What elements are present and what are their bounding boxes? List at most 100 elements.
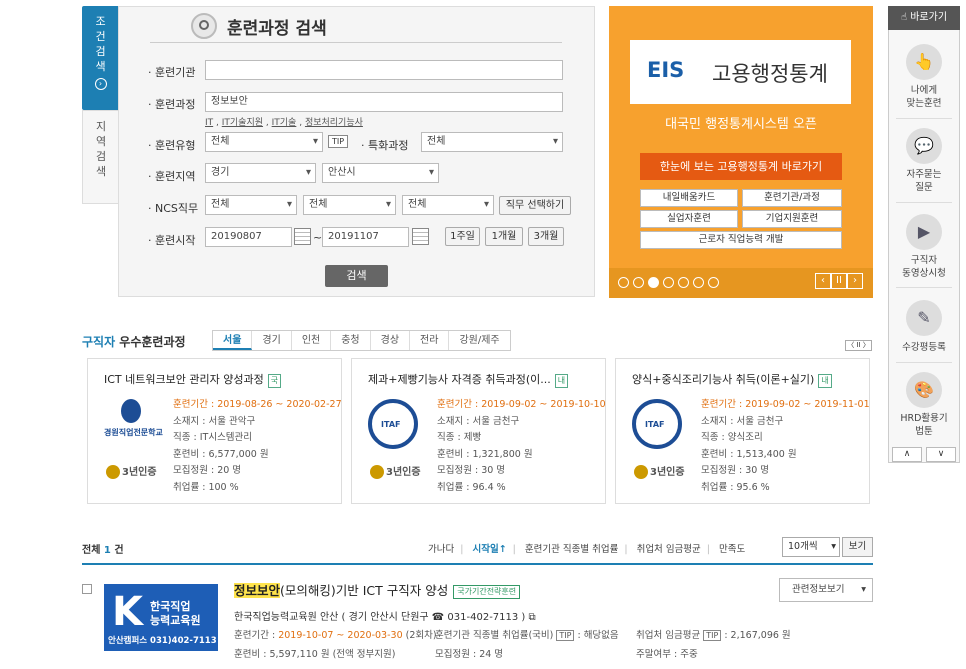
tab-region-label: 지 역 검 색	[95, 120, 107, 178]
course-card[interactable]: ICT 네트워크보안 관리자 양성과정 국 경원직업전문학교 3년인증 훈련기간 …	[87, 358, 342, 504]
tip-button[interactable]: TIP	[556, 630, 575, 641]
quick-item-label[interactable]: 수강평등록	[888, 341, 960, 354]
institution-input[interactable]	[205, 60, 563, 80]
tab-condition-label: 조 건 검 색	[95, 15, 106, 73]
related-info-select[interactable]: 관련정보보기	[779, 578, 873, 602]
region-select-1[interactable]: 경기	[205, 163, 316, 183]
view-button[interactable]: 보기	[842, 537, 873, 557]
card-title[interactable]: 제과+제빵기능사 자격증 취득과정(이... 내	[368, 371, 569, 388]
tip-button[interactable]: TIP	[703, 630, 722, 641]
tab-incheon[interactable]: 인천	[292, 331, 332, 350]
divider	[896, 202, 952, 203]
calendar-icon[interactable]	[412, 228, 429, 245]
keyword-link[interactable]: IT	[205, 118, 213, 128]
item-checkbox[interactable]	[82, 584, 92, 594]
institution-logo: 경원직업전문학교	[104, 399, 163, 449]
card-place: 소재지 : 서울 금천구	[701, 415, 784, 427]
card-period: 훈련기간 : 2019-08-26 ~ 2020-02-27	[173, 399, 342, 410]
card-title[interactable]: ICT 네트워크보안 관리자 양성과정 국	[104, 371, 282, 388]
institution-logo[interactable]: K 한국직업 능력교육원 안산캠퍼스 031)402-7113	[104, 584, 218, 651]
wage-label: 취업처 임금평균	[636, 630, 701, 641]
banner-link[interactable]: 실업자훈련	[640, 210, 738, 228]
carousel-nav[interactable]: 〈 II 〉	[845, 340, 872, 351]
tab-seoul[interactable]: 서울	[213, 331, 253, 350]
course-card[interactable]: 제과+제빵기능사 자격증 취득과정(이... 내 ITAF 3년인증 훈련기간 :…	[351, 358, 606, 504]
banner-link[interactable]: 훈련기관/과정	[742, 189, 842, 207]
sort-start-date[interactable]: 시작일↑	[472, 544, 506, 555]
review-icon[interactable]: ✎	[906, 300, 942, 336]
slide-dot-active[interactable]	[648, 277, 659, 288]
next-icon[interactable]: ›	[847, 273, 863, 289]
tab-chungcheong[interactable]: 충청	[331, 331, 371, 350]
label-type: · 훈련유형	[148, 139, 196, 152]
card-title-text: 제과+제빵기능사 자격증 취득과정(이...	[368, 373, 551, 386]
date-to-input[interactable]: 20191107	[322, 227, 409, 247]
course-card[interactable]: 양식+중식조리기능사 취득(이론+실기) 내 ITAF 3년인증 훈련기간 : 2…	[615, 358, 870, 504]
banner-main-button[interactable]: 한눈에 보는 고용행정통계 바로가기	[640, 153, 842, 180]
quick-item-label[interactable]: 구직자 동영상시청	[888, 254, 960, 280]
pause-icon[interactable]: II	[831, 273, 847, 289]
item-period: 훈련기간 : 2019-10-07 ~ 2020-03-30 (2회차)	[234, 627, 437, 641]
arrow-right-icon: ›	[94, 78, 107, 90]
keyword-link[interactable]: IT기술	[272, 118, 297, 128]
sort-wage[interactable]: 취업처 임금평균	[637, 544, 701, 555]
banner-link[interactable]: 기업지원훈련	[742, 210, 842, 228]
ncs-select-2[interactable]: 전체	[303, 195, 396, 215]
slide-dot[interactable]	[678, 277, 689, 288]
video-icon[interactable]: ▶	[906, 214, 942, 250]
keyword-link[interactable]: 정보처리기능사	[305, 118, 363, 128]
period-label: 훈련기간 :	[234, 630, 279, 641]
chevron-down-icon[interactable]: ∨	[926, 447, 956, 462]
tab-jeolla[interactable]: 전라	[410, 331, 450, 350]
quick-item-label[interactable]: 자주묻는 질문	[888, 168, 960, 194]
card-title[interactable]: 양식+중식조리기능사 취득(이론+실기) 내	[632, 371, 832, 388]
banner-link-wide[interactable]: 근로자 직업능력 개발	[640, 231, 842, 249]
card-fee: 훈련비 : 6,577,000 원	[173, 448, 269, 460]
card-period: 훈련기간 : 2019-09-02 ~ 2019-11-01	[701, 399, 870, 410]
banner-link[interactable]: 내일배움카드	[640, 189, 738, 207]
tip-button[interactable]: TIP	[328, 135, 349, 148]
course-input[interactable]: 정보보안	[205, 92, 563, 112]
slide-dot[interactable]	[663, 277, 674, 288]
slide-dot[interactable]	[693, 277, 704, 288]
tab-gyeonggi[interactable]: 경기	[252, 331, 292, 350]
tab-condition-search[interactable]: 조 건 검 색 ›	[82, 6, 119, 110]
page-size-select[interactable]: 10개씩	[782, 537, 840, 557]
calendar-icon[interactable]	[294, 228, 311, 245]
prev-icon[interactable]: ‹	[815, 273, 831, 289]
match-training-icon[interactable]: 👆	[906, 44, 942, 80]
palette-icon[interactable]: 🎨	[906, 372, 942, 408]
period-3month-button[interactable]: 3개월	[528, 227, 564, 246]
period-1week-button[interactable]: 1주일	[445, 227, 480, 246]
search-button[interactable]: 검색	[325, 265, 388, 287]
ncs-select-3[interactable]: 전체	[402, 195, 494, 215]
tab-region-search[interactable]: 지 역 검 색	[82, 110, 119, 204]
link-icon[interactable]: ⧉	[529, 612, 536, 623]
chevron-up-icon[interactable]: ∧	[892, 447, 922, 462]
sort-alpha[interactable]: 가나다	[428, 544, 454, 555]
tab-gangwon[interactable]: 강원/제주	[449, 331, 509, 350]
ncs-select-button[interactable]: 직무 선택하기	[499, 196, 571, 215]
sort-emp-rate[interactable]: 훈련기관 직종별 취업률	[525, 544, 618, 555]
keyword-links: IT , IT기술지원 , IT기술 , 정보처리기능사	[205, 118, 363, 128]
sort-satisfaction[interactable]: 만족도	[719, 544, 745, 555]
faq-icon[interactable]: 💬	[906, 128, 942, 164]
label-start: · 훈련시작	[148, 234, 196, 247]
special-select[interactable]: 전체	[421, 132, 563, 152]
quick-item-label[interactable]: HRD활용기 법툰	[888, 412, 960, 438]
quick-menu-header: ☝ 바로가기	[888, 6, 960, 30]
course-title[interactable]: 정보보안(모의해킹)기반 ICT 구직자 양성 국가기간전략훈련	[234, 580, 521, 599]
cert-icon	[106, 465, 120, 479]
slide-dot[interactable]	[708, 277, 719, 288]
slide-dot[interactable]	[633, 277, 644, 288]
region-select-2[interactable]: 안산시	[322, 163, 439, 183]
title-highlight: 정보보안	[234, 583, 281, 598]
tab-gyeongsang[interactable]: 경상	[371, 331, 411, 350]
keyword-link[interactable]: IT기술지원	[222, 118, 263, 128]
ncs-select-1[interactable]: 전체	[205, 195, 297, 215]
type-select[interactable]: 전체	[205, 132, 323, 152]
period-1month-button[interactable]: 1개월	[485, 227, 523, 246]
date-from-input[interactable]: 20190807	[205, 227, 292, 247]
slide-dot[interactable]	[618, 277, 629, 288]
quick-item-label[interactable]: 나에게 맞는훈련	[888, 84, 960, 110]
